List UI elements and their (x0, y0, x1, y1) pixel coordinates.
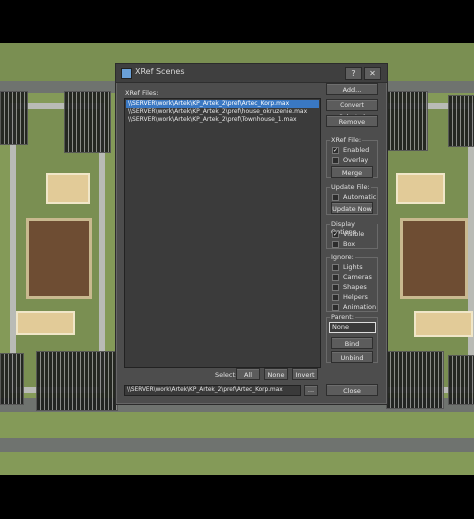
cameras-checkbox[interactable] (332, 274, 339, 281)
visible-label: Visible (343, 230, 365, 238)
ignore-title: Ignore: (330, 253, 355, 261)
overlay-label: Overlay (343, 156, 369, 164)
close-button[interactable]: Close (326, 384, 378, 396)
building (0, 353, 24, 405)
xref-file-group: XRef File: ✓ Enabled Overlay Merge (326, 136, 378, 178)
xref-files-label: XRef Files: (125, 89, 159, 97)
select-invert-button[interactable]: Invert (292, 368, 318, 380)
select-label: Select: (215, 371, 238, 379)
remove-button[interactable]: Remove (326, 115, 378, 127)
shapes-label: Shapes (343, 283, 367, 291)
enabled-checkbox[interactable]: ✓ (332, 147, 339, 154)
sand-court (16, 311, 75, 335)
bind-button[interactable]: Bind (331, 337, 373, 349)
building (36, 351, 118, 411)
display-options-group: Display Options ✓ Visible Box (326, 220, 378, 249)
animation-label: Animation (343, 303, 377, 311)
update-file-title: Update File: (330, 183, 371, 191)
parent-title: Parent: (330, 313, 355, 321)
sand-court (396, 173, 445, 204)
building (386, 91, 428, 151)
cameras-label: Cameras (343, 273, 372, 281)
merge-button[interactable]: Merge (331, 166, 373, 178)
path-field[interactable]: \\SERVER\work\Artek\KP_Artek_2\pref\Arte… (124, 385, 301, 396)
building (0, 91, 28, 145)
automatic-checkbox[interactable] (332, 194, 339, 201)
building (448, 95, 474, 147)
helpers-label: Helpers (343, 293, 368, 301)
update-now-button[interactable]: Update Now (331, 202, 373, 214)
building (386, 351, 444, 409)
enabled-label: Enabled (343, 146, 370, 154)
update-file-group: Update File: Automatic Update Now (326, 183, 378, 215)
browse-button[interactable]: ... (304, 385, 318, 396)
sand-court (414, 311, 473, 337)
select-none-button[interactable]: None (264, 368, 288, 380)
close-icon[interactable]: ✕ (364, 67, 381, 80)
dialog-titlebar[interactable]: XRef Scenes ? ✕ (116, 64, 387, 83)
road (0, 438, 474, 452)
parent-field[interactable]: None (329, 322, 376, 333)
sand-court (46, 173, 90, 204)
help-button[interactable]: ? (345, 67, 362, 80)
animation-checkbox[interactable] (332, 304, 339, 311)
convert-selected-button[interactable]: Convert Selected (326, 99, 378, 121)
box-label: Box (343, 240, 356, 248)
soil-field (26, 218, 92, 299)
unbind-button[interactable]: Unbind (331, 351, 373, 363)
xref-scenes-dialog: XRef Scenes ? ✕ XRef Files: \\SERVER\wor… (115, 63, 388, 405)
ignore-group: Ignore: Lights Cameras Shapes Helpers An… (326, 253, 378, 312)
parent-group: Parent: None Bind Unbind (326, 313, 378, 363)
xref-app-icon (121, 68, 132, 79)
visible-checkbox[interactable]: ✓ (332, 231, 339, 238)
list-item[interactable]: \\SERVER\work\Artek\KP_Artek_2\pref\hous… (126, 108, 319, 116)
lights-checkbox[interactable] (332, 264, 339, 271)
overlay-checkbox[interactable] (332, 157, 339, 164)
soil-field (400, 218, 468, 299)
list-item[interactable]: \\SERVER\work\Artek\KP_Artek_2\pref\Town… (126, 116, 319, 124)
automatic-label: Automatic (343, 193, 377, 201)
building (64, 91, 111, 153)
xref-file-title: XRef File: (330, 136, 363, 144)
helpers-checkbox[interactable] (332, 294, 339, 301)
select-all-button[interactable]: All (236, 368, 260, 380)
xref-files-list[interactable]: \\SERVER\work\Artek\KP_Artek_2\pref\Arte… (124, 98, 321, 368)
list-item[interactable]: \\SERVER\work\Artek\KP_Artek_2\pref\Arte… (126, 100, 319, 108)
shapes-checkbox[interactable] (332, 284, 339, 291)
building (448, 355, 474, 405)
add-button[interactable]: Add... (326, 83, 378, 95)
box-checkbox[interactable] (332, 241, 339, 248)
lights-label: Lights (343, 263, 363, 271)
dialog-title: XRef Scenes (135, 67, 185, 76)
